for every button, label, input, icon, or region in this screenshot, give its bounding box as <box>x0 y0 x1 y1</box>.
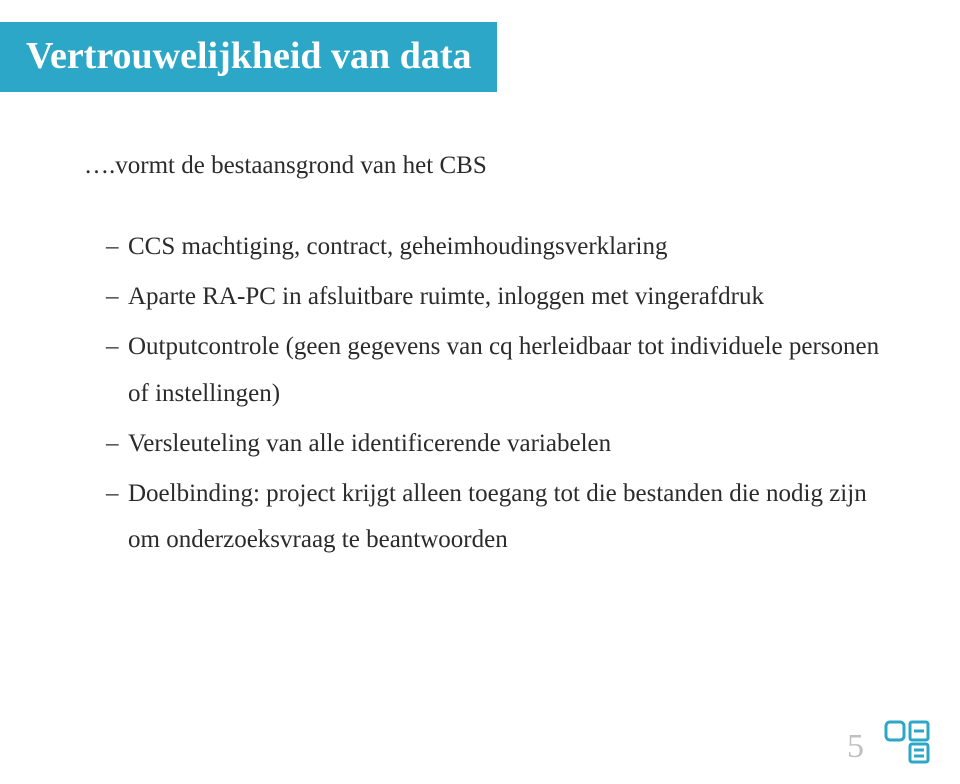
list-item: Versleuteling van alle identificerende v… <box>106 421 880 467</box>
cbs-logo-icon <box>884 720 932 764</box>
slide-body: ….vormt de bestaansgrond van het CBS CCS… <box>0 92 960 564</box>
slide-title-bar: Vertrouwelijkheid van data <box>0 22 497 92</box>
list-item: Aparte RA-PC in afsluitbare ruimte, inlo… <box>106 274 880 320</box>
list-item: Outputcontrole (geen gegevens van cq her… <box>106 324 880 417</box>
list-item: CCS machtiging, contract, geheimhoudings… <box>106 224 880 270</box>
intro-text: ….vormt de bestaansgrond van het CBS <box>84 152 880 180</box>
list-item: Doelbinding: project krijgt alleen toega… <box>106 471 880 564</box>
bullet-list: CCS machtiging, contract, geheimhoudings… <box>84 224 880 564</box>
page-number: 5 <box>847 728 864 766</box>
slide-title: Vertrouwelijkheid van data <box>26 36 471 78</box>
